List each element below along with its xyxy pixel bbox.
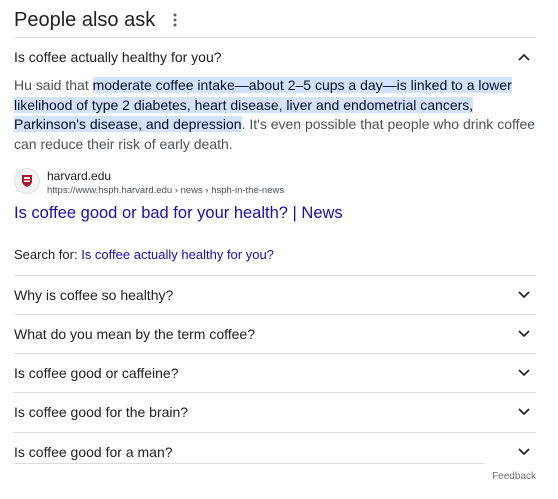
source-attribution[interactable]: harvard.edu https://www.hsph.harvard.edu…: [14, 168, 284, 197]
result-title-link[interactable]: Is coffee good or bad for your health? |…: [14, 202, 343, 224]
paa-title: People also ask: [14, 9, 156, 31]
answer-snippet: Hu said that moderate coffee intake—abou…: [14, 76, 538, 154]
question-row[interactable]: What do you mean by the term coffee?: [14, 315, 536, 353]
question-row[interactable]: Is coffee good or caffeine?: [14, 354, 536, 392]
question-text: What do you mean by the term coffee?: [14, 326, 255, 342]
search-for-label: Search for:: [14, 247, 82, 262]
answer-prefix: Hu said that: [14, 77, 93, 93]
search-for-link[interactable]: Is coffee actually healthy for you?: [81, 247, 274, 262]
source-name: harvard.edu: [47, 169, 112, 183]
question-text: Is coffee good for the brain?: [14, 404, 189, 420]
source-url: https://www.hsph.harvard.edu › news › hs…: [47, 185, 285, 196]
chevron-down-icon: [516, 287, 532, 303]
expanded-question-text: Is coffee actually healthy for you?: [14, 49, 222, 65]
question-text: Why is coffee so healthy?: [14, 287, 174, 303]
question-row[interactable]: Is coffee good for the brain?: [14, 393, 536, 431]
chevron-down-icon: [516, 365, 532, 381]
divider: [14, 463, 484, 464]
chevron-down-icon: [516, 404, 532, 420]
feedback-link[interactable]: Feedback: [492, 471, 536, 482]
more-vert-icon[interactable]: [169, 10, 181, 30]
question-row[interactable]: Why is coffee so healthy?: [14, 276, 536, 314]
search-for-line: Search for: Is coffee actually healthy f…: [14, 247, 274, 262]
harvard-shield-icon: [14, 168, 40, 194]
chevron-down-icon: [516, 326, 532, 342]
question-row[interactable]: Is coffee good for a man?: [14, 433, 536, 471]
paa-header: People also ask: [14, 8, 181, 32]
question-text: Is coffee good or caffeine?: [14, 365, 179, 381]
chevron-up-icon: [516, 49, 532, 65]
chevron-down-icon: [516, 444, 532, 460]
expanded-question-row[interactable]: Is coffee actually healthy for you?: [14, 38, 536, 76]
question-text: Is coffee good for a man?: [14, 444, 173, 460]
